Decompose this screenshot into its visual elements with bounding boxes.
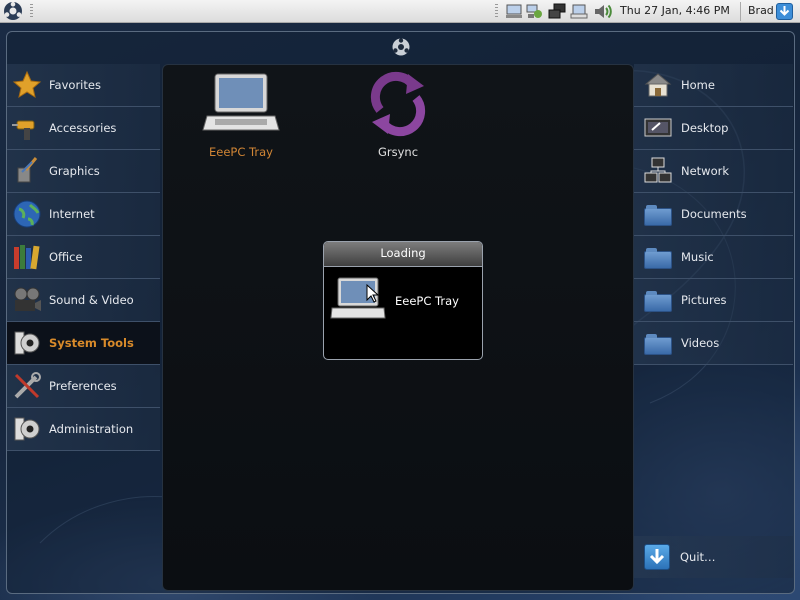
main-menu-logo-icon[interactable] bbox=[2, 1, 24, 21]
category-label: System Tools bbox=[49, 336, 134, 350]
category-system-tools[interactable]: System Tools bbox=[7, 322, 160, 365]
distro-logo-icon bbox=[390, 37, 412, 57]
desktop-icon bbox=[644, 114, 672, 142]
category-label: Accessories bbox=[49, 121, 117, 135]
books-icon bbox=[12, 242, 42, 272]
category-label: Administration bbox=[49, 422, 134, 436]
eeepc-tray-icon[interactable] bbox=[570, 3, 588, 20]
volume-icon[interactable] bbox=[593, 3, 612, 20]
film-reel-icon bbox=[12, 285, 42, 315]
category-accessories[interactable]: Accessories bbox=[7, 107, 160, 150]
category-label: Internet bbox=[49, 207, 95, 221]
category-favorites[interactable]: Favorites bbox=[7, 64, 160, 107]
update-arrow-icon[interactable] bbox=[776, 3, 793, 20]
category-sound-video[interactable]: Sound & Video bbox=[7, 279, 160, 322]
laptop-icon bbox=[330, 276, 386, 322]
folder-icon bbox=[644, 329, 672, 357]
category-label: Preferences bbox=[49, 379, 117, 393]
place-label: Videos bbox=[681, 336, 720, 350]
app-eeepc-tray[interactable]: EeePC Tray bbox=[181, 70, 301, 159]
place-label: Music bbox=[681, 250, 714, 264]
network-icon bbox=[644, 157, 672, 185]
place-label: Network bbox=[681, 164, 730, 178]
panel-handle[interactable] bbox=[495, 4, 498, 19]
tools-icon bbox=[12, 371, 42, 401]
category-internet[interactable]: Internet bbox=[7, 193, 160, 236]
globe-icon bbox=[12, 199, 42, 229]
paintbrush-icon bbox=[12, 156, 42, 186]
network-connections-icon[interactable] bbox=[548, 3, 566, 20]
application-launcher: Favorites Accessories Graphics Internet … bbox=[6, 31, 795, 594]
category-office[interactable]: Office bbox=[7, 236, 160, 279]
app-grsync[interactable]: Grsync bbox=[338, 70, 458, 159]
place-music[interactable]: Music bbox=[634, 236, 793, 279]
app-label: Grsync bbox=[377, 145, 419, 159]
drill-icon bbox=[12, 113, 42, 143]
star-icon bbox=[12, 70, 42, 100]
category-label: Graphics bbox=[49, 164, 100, 178]
quit-arrow-icon bbox=[644, 544, 670, 570]
panel-separator bbox=[740, 2, 741, 21]
folder-icon bbox=[644, 243, 672, 271]
system-tools-icon bbox=[12, 328, 42, 358]
applications-area: EeePC Tray Grsync Loading EeePC Tray bbox=[162, 64, 634, 591]
quit-button[interactable]: Quit… bbox=[634, 536, 793, 578]
place-label: Desktop bbox=[681, 121, 729, 135]
folder-icon bbox=[644, 200, 672, 228]
launcher-titlebar bbox=[7, 32, 794, 62]
category-label: Favorites bbox=[49, 78, 101, 92]
category-preferences[interactable]: Preferences bbox=[7, 365, 160, 408]
place-home[interactable]: Home bbox=[634, 64, 793, 107]
clock[interactable]: Thu 27 Jan, 4:46 PM bbox=[620, 4, 730, 17]
place-desktop[interactable]: Desktop bbox=[634, 107, 793, 150]
app-label: EeePC Tray bbox=[209, 145, 273, 159]
places-list: Home Desktop Network Documents Music Pic… bbox=[634, 64, 793, 592]
loading-app-label: EeePC Tray bbox=[395, 294, 459, 308]
place-videos[interactable]: Videos bbox=[634, 322, 793, 365]
category-graphics[interactable]: Graphics bbox=[7, 150, 160, 193]
top-panel: Thu 27 Jan, 4:46 PM Brad bbox=[0, 0, 800, 23]
quit-label: Quit… bbox=[680, 550, 716, 564]
place-network[interactable]: Network bbox=[634, 150, 793, 193]
place-label: Pictures bbox=[681, 293, 727, 307]
category-label: Sound & Video bbox=[49, 293, 134, 307]
loading-dialog: Loading EeePC Tray bbox=[323, 241, 483, 360]
admin-icon bbox=[12, 414, 42, 444]
folder-icon bbox=[644, 286, 672, 314]
house-icon bbox=[644, 71, 672, 99]
laptop-icon bbox=[181, 70, 301, 141]
category-label: Office bbox=[49, 250, 83, 264]
place-label: Documents bbox=[681, 207, 747, 221]
category-list: Favorites Accessories Graphics Internet … bbox=[7, 64, 160, 451]
user-name[interactable]: Brad bbox=[748, 4, 774, 17]
place-documents[interactable]: Documents bbox=[634, 193, 793, 236]
loading-dialog-title: Loading bbox=[324, 242, 482, 267]
sync-arrows-icon bbox=[338, 70, 458, 141]
network-status-icon[interactable] bbox=[526, 3, 544, 20]
category-administration[interactable]: Administration bbox=[7, 408, 160, 451]
place-label: Home bbox=[681, 78, 715, 92]
panel-handle[interactable] bbox=[30, 4, 33, 19]
place-pictures[interactable]: Pictures bbox=[634, 279, 793, 322]
display-icon[interactable] bbox=[505, 3, 523, 20]
